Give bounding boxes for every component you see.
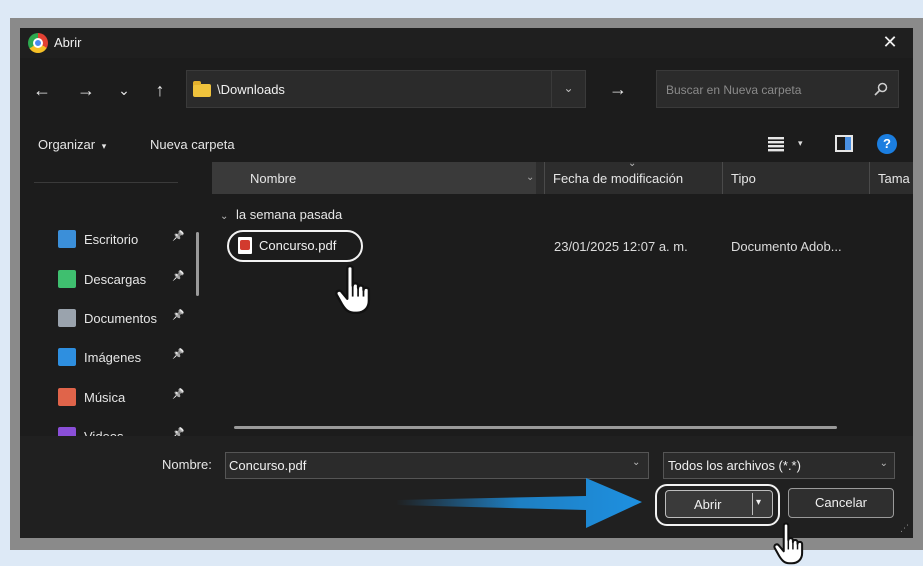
column-name-dropdown-icon[interactable]: ⌄ xyxy=(526,172,534,183)
column-separator[interactable] xyxy=(722,162,723,194)
horizontal-scrollbar[interactable] xyxy=(234,426,837,429)
sidebar-item-1[interactable]: Descargas 📌 xyxy=(58,268,208,292)
hand-cursor-icon xyxy=(773,522,804,565)
pin-icon[interactable]: 📌 xyxy=(172,389,184,400)
group-collapse-icon: ⌄ xyxy=(220,211,229,222)
list-header: Nombre ⌄ ⌄ Fecha de modificación Tipo Ta… xyxy=(212,158,913,194)
open-label: Abrir xyxy=(694,497,722,512)
pin-icon[interactable]: 📌 xyxy=(172,349,184,360)
hand-cursor-icon xyxy=(335,264,371,314)
navigation-bar: ← → ⌄ ↑ \Downloads ⌄ → Buscar en Nueva c… xyxy=(20,68,913,114)
open-dropdown-icon[interactable]: ▾ xyxy=(756,497,761,508)
file-name-label: Nombre: xyxy=(162,457,212,472)
sidebar-item-label: Documentos xyxy=(84,311,157,326)
sidebar-item-3[interactable]: Imágenes 📌 xyxy=(58,346,208,370)
close-button[interactable]: ✕ xyxy=(867,28,913,58)
open-button[interactable]: Abrir ▾ xyxy=(665,490,773,518)
file-type: Documento Adob... xyxy=(731,239,842,254)
pin-icon[interactable]: 📌 xyxy=(172,310,184,321)
column-name-label: Nombre xyxy=(250,171,297,186)
desktop-icon xyxy=(58,230,76,248)
sidebar-divider xyxy=(34,182,178,183)
column-separator[interactable] xyxy=(544,162,545,194)
file-modified: 23/01/2025 12:07 a. m. xyxy=(554,239,688,254)
back-button[interactable]: ← xyxy=(30,78,54,102)
preview-pane-icon[interactable] xyxy=(835,135,853,152)
sidebar-scrollbar[interactable] xyxy=(196,232,199,296)
pin-icon[interactable]: 📌 xyxy=(172,271,184,282)
sidebar-item-2[interactable]: Documentos 📌 xyxy=(58,307,208,331)
view-options-icon[interactable] xyxy=(768,136,784,152)
sidebar-item-label: Escritorio xyxy=(84,232,139,247)
search-icon[interactable] xyxy=(874,82,888,96)
pointer-arrow-icon xyxy=(396,478,642,528)
group-label: la semana pasada xyxy=(236,207,343,222)
resize-grip-icon[interactable]: ⋰ xyxy=(900,523,909,534)
open-file-dialog: Abrir ✕ ← → ⌄ ↑ \Downloads ⌄ → Buscar en… xyxy=(20,28,913,538)
organize-caret-icon: ▾ xyxy=(101,141,107,151)
address-bar[interactable]: \Downloads ⌄ xyxy=(186,70,586,108)
window-title: Abrir xyxy=(54,35,82,50)
sidebar-item-label: Música xyxy=(84,390,126,405)
group-header[interactable]: ⌄ la semana pasada xyxy=(220,207,342,222)
forward-button[interactable]: → xyxy=(74,78,98,102)
file-name-dropdown-icon[interactable]: ⌄ xyxy=(632,457,640,468)
file-list: Nombre ⌄ ⌄ Fecha de modificación Tipo Ta… xyxy=(212,158,913,436)
sidebar-item-4[interactable]: Música 📌 xyxy=(58,386,208,410)
address-path: \Downloads xyxy=(217,82,285,97)
file-type-select[interactable]: Todos los archivos (*.*) ⌄ xyxy=(663,452,895,479)
up-button[interactable]: ↑ xyxy=(148,78,172,102)
pictures-icon xyxy=(58,348,76,366)
sidebar-item-0[interactable]: Escritorio 📌 xyxy=(58,228,208,252)
file-row[interactable]: Concurso.pdf 23/01/2025 12:07 a. m. Docu… xyxy=(212,230,913,262)
search-placeholder: Buscar en Nueva carpeta xyxy=(666,83,802,97)
command-bar: Organizar ▾ Nueva carpeta ▾ ? xyxy=(20,128,913,162)
recent-locations-button[interactable]: ⌄ xyxy=(112,78,136,102)
address-dropdown-button[interactable]: ⌄ xyxy=(551,71,585,107)
search-input[interactable]: Buscar en Nueva carpeta xyxy=(656,70,899,108)
open-split-divider xyxy=(752,493,753,515)
column-separator[interactable] xyxy=(869,162,870,194)
new-folder-button[interactable]: Nueva carpeta xyxy=(150,137,235,152)
file-name: Concurso.pdf xyxy=(259,238,337,253)
sidebar-item-label: Descargas xyxy=(84,272,147,287)
sidebar-item-label: Imágenes xyxy=(84,350,142,365)
go-button[interactable]: → xyxy=(600,74,636,104)
column-size-header[interactable]: Tama xyxy=(878,171,910,186)
help-icon[interactable]: ? xyxy=(877,134,897,154)
chrome-icon xyxy=(28,33,48,53)
music-icon xyxy=(58,388,76,406)
organize-button[interactable]: Organizar ▾ xyxy=(38,137,106,152)
column-modified-header[interactable]: Fecha de modificación xyxy=(553,171,683,186)
view-options-caret-icon[interactable]: ▾ xyxy=(798,138,803,149)
column-type-header[interactable]: Tipo xyxy=(731,171,756,186)
organize-label: Organizar xyxy=(38,137,96,152)
download-icon xyxy=(58,270,76,288)
file-type-value: Todos los archivos (*.*) xyxy=(668,458,801,473)
navigation-pane: Escritorio 📌 Descargas 📌 Documentos 📌 Imágenes… xyxy=(20,168,210,445)
cancel-button[interactable]: Cancelar xyxy=(788,488,894,518)
sort-caret-icon: ⌄ xyxy=(628,158,637,169)
pdf-file-icon xyxy=(238,237,252,254)
title-bar: Abrir ✕ xyxy=(20,28,913,58)
folder-icon xyxy=(193,81,211,97)
chevron-down-icon: ⌄ xyxy=(879,458,888,469)
pin-icon[interactable]: 📌 xyxy=(172,231,184,242)
documents-icon xyxy=(58,309,76,327)
